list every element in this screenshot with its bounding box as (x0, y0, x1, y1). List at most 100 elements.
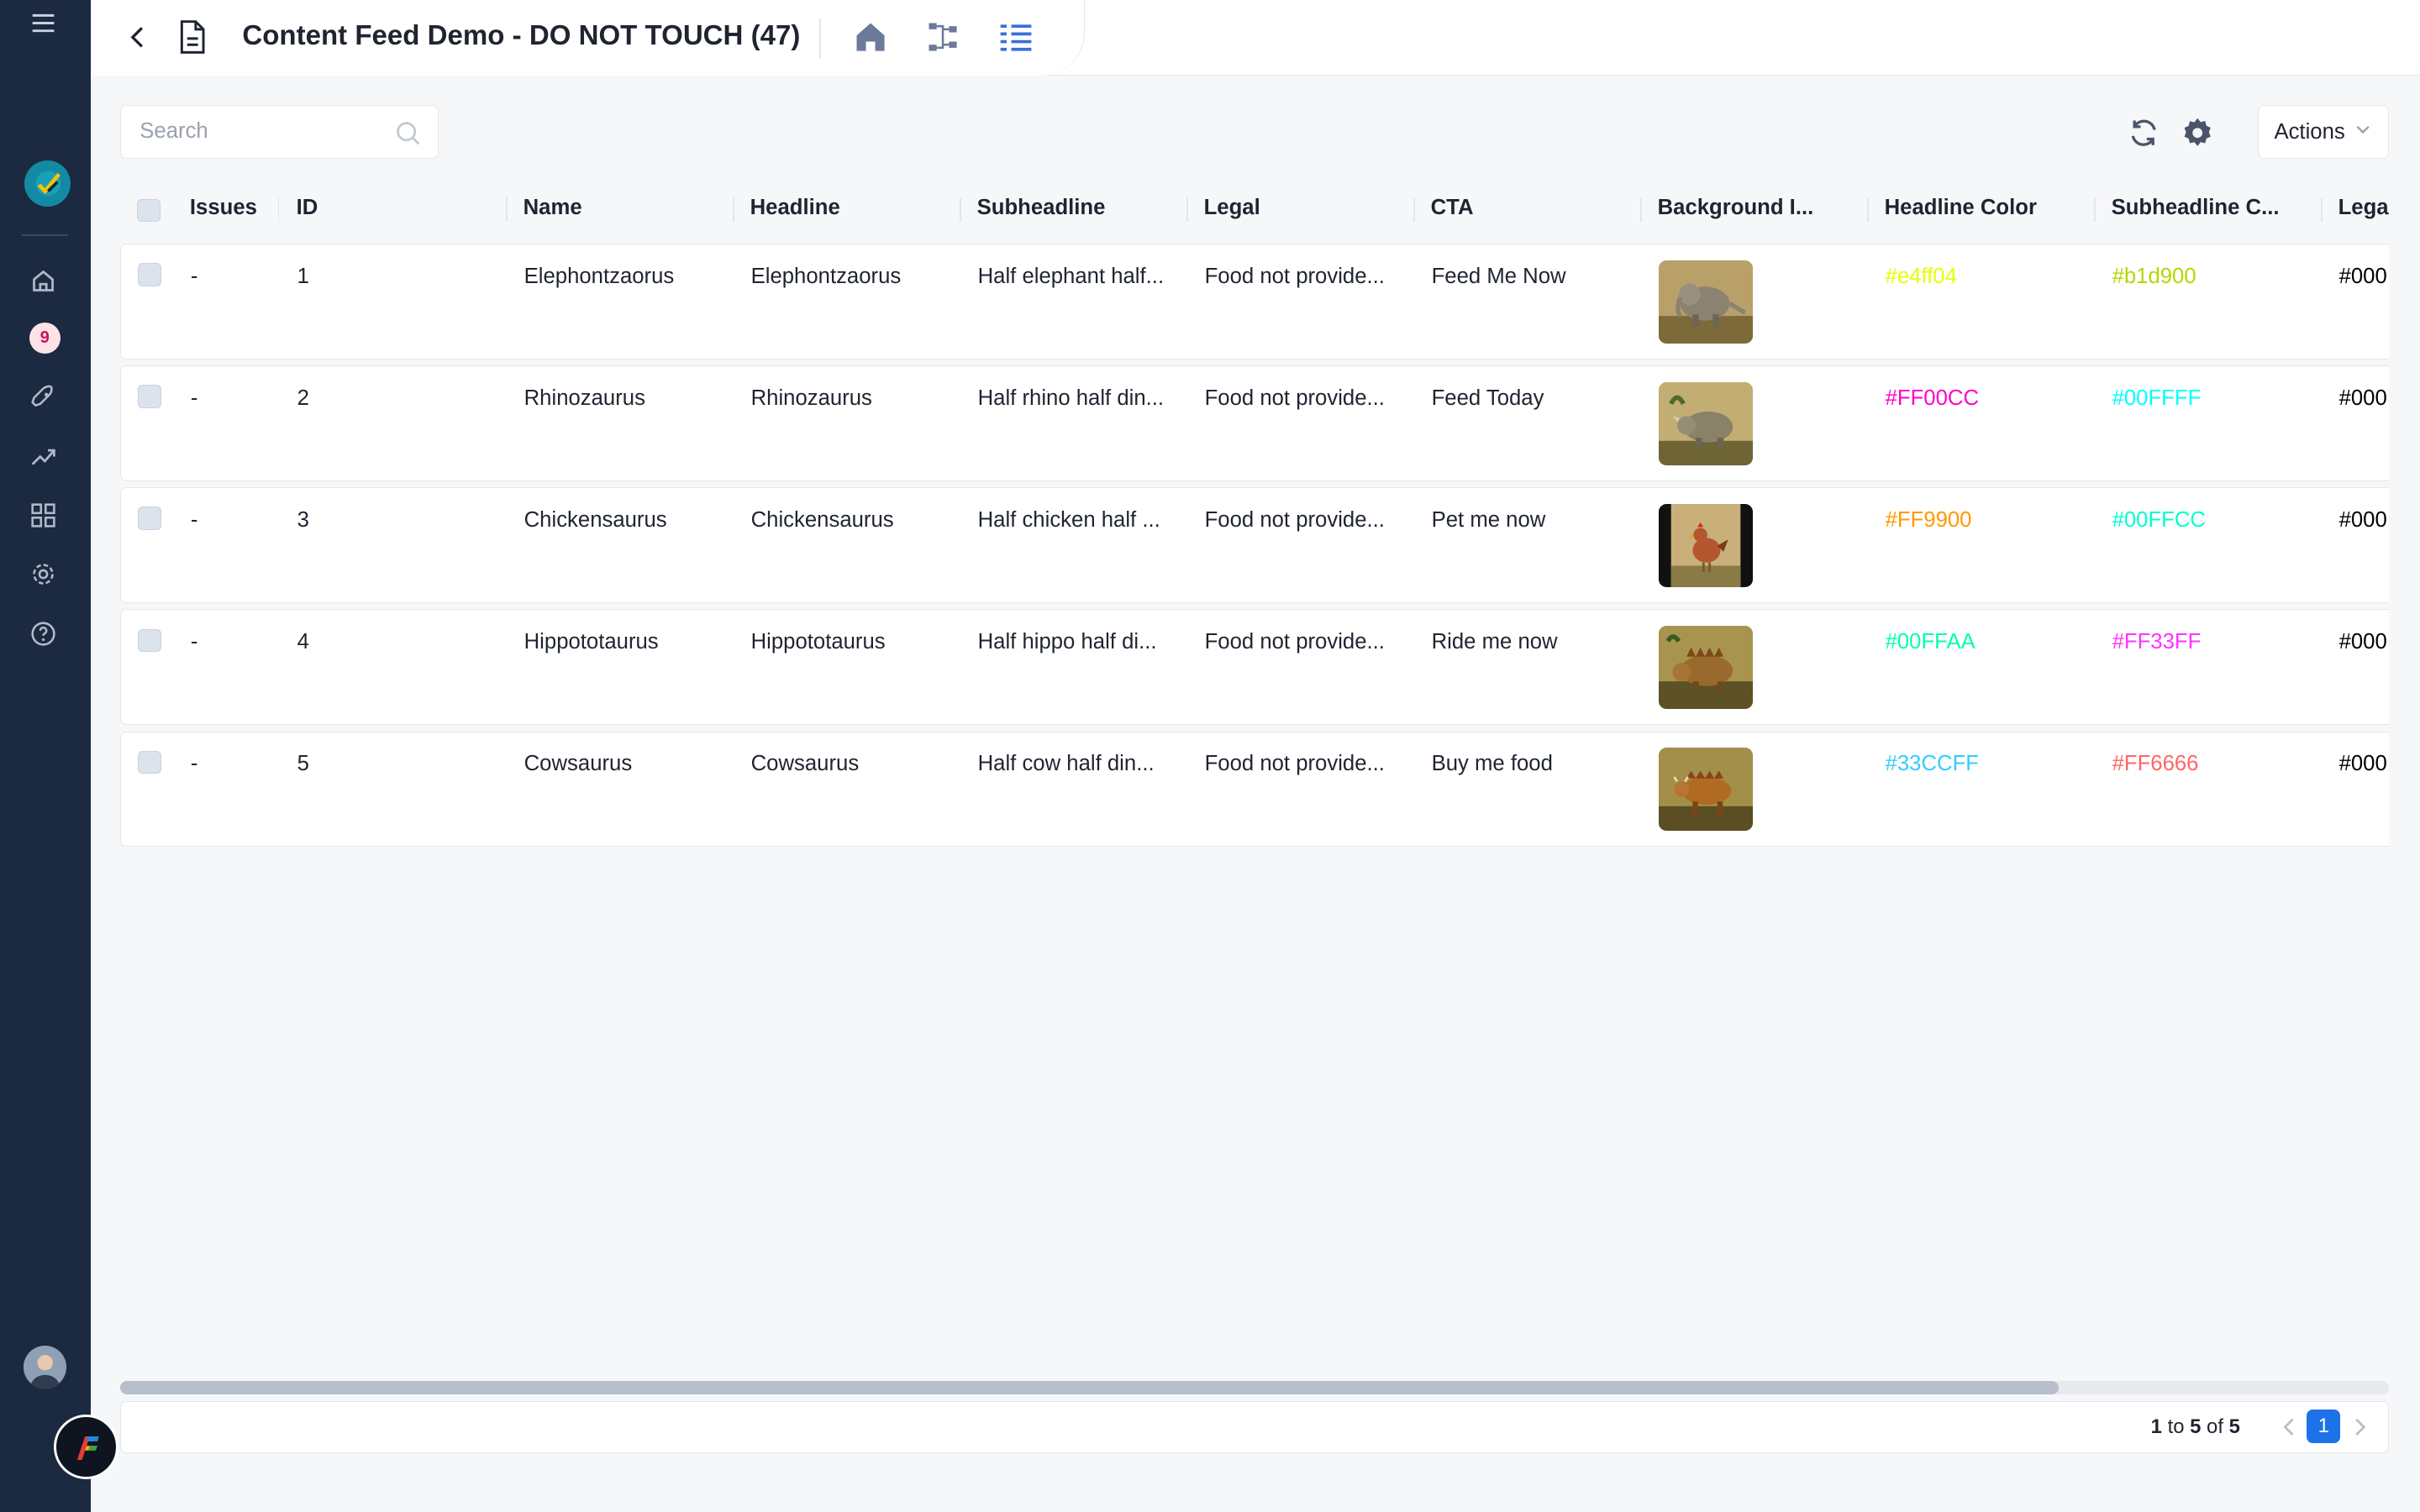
name-cell: Chickensaurus (523, 508, 667, 533)
select-all-checkbox[interactable] (137, 198, 160, 223)
trend-icon[interactable] (26, 439, 60, 473)
page-to-word: to (2167, 1415, 2185, 1439)
home-view-icon[interactable] (852, 18, 889, 55)
column-header-headline-color[interactable]: Headline Color (1885, 196, 2037, 220)
chicken-dinosaur-thumbnail[interactable] (1658, 503, 1753, 587)
subheadline-color-cell: #b1d900 (2112, 265, 2196, 289)
subheadline-color-cell: #00FFCC (2112, 508, 2206, 533)
headline-cell: Chickensaurus (750, 508, 894, 533)
table-row[interactable]: - 1 Elephontzaorus Elephontzaorus Half e… (120, 244, 2390, 360)
elephant-dinosaur-thumbnail[interactable] (1658, 260, 1753, 344)
legal-color-cell: #000 (2338, 386, 2387, 411)
pagination-bar: 1 to 5 of 5 1 (120, 1400, 2390, 1454)
column-header-subheadline[interactable]: Subheadline (977, 196, 1106, 220)
id-cell: 2 (297, 386, 309, 411)
row-checkbox[interactable] (138, 750, 161, 774)
search-input[interactable] (139, 119, 387, 144)
headline-color-cell: #00FFAA (1885, 630, 1975, 654)
page-to: 5 (2190, 1415, 2202, 1439)
column-divider[interactable] (733, 197, 735, 223)
chevron-right-icon[interactable] (2349, 1415, 2370, 1437)
avatar[interactable] (23, 1345, 66, 1389)
refresh-icon[interactable] (2127, 116, 2160, 150)
column-divider[interactable] (1640, 197, 1643, 223)
table-row[interactable]: - 4 Hippototaurus Hippototaurus Half hip… (120, 609, 2390, 726)
column-header-headline[interactable]: Headline (750, 196, 840, 220)
column-header-background-image[interactable]: Background I... (1658, 196, 1814, 220)
legal-cell: Food not provide... (1204, 752, 1385, 776)
subheadline-cell: Half chicken half ... (977, 508, 1160, 533)
home-icon[interactable] (26, 264, 60, 297)
gear-icon[interactable] (2181, 116, 2214, 150)
menu-icon[interactable] (26, 6, 60, 39)
notifications-badge[interactable]: 9 (29, 322, 60, 354)
column-divider[interactable] (960, 197, 962, 223)
row-checkbox[interactable] (138, 628, 161, 653)
page-number-current[interactable]: 1 (2307, 1409, 2341, 1444)
subheadline-cell: Half elephant half... (977, 265, 1165, 289)
headline-cell: Rhinozaurus (750, 386, 872, 411)
column-header-legal-color[interactable]: Lega (2338, 196, 2389, 220)
id-cell: 1 (297, 265, 309, 289)
table-row[interactable]: - 2 Rhinozaurus Rhinozaurus Half rhino h… (120, 365, 2390, 482)
legal-color-cell: #000 (2338, 508, 2387, 533)
search-icon[interactable] (394, 119, 422, 147)
row-checkbox[interactable] (138, 385, 161, 408)
hippo-dinosaur-thumbnail[interactable] (1658, 625, 1753, 710)
table-row[interactable]: - 5 Cowsaurus Cowsaurus Half cow half di… (120, 731, 2390, 848)
column-header-cta[interactable]: CTA (1431, 196, 1474, 220)
sidebar-divider (21, 234, 68, 236)
actions-label: Actions (2274, 119, 2345, 144)
column-divider[interactable] (506, 197, 508, 223)
legal-cell: Food not provide... (1204, 630, 1385, 654)
table-view-icon[interactable] (997, 18, 1034, 55)
chevron-down-icon (2354, 120, 2371, 144)
column-divider[interactable] (2321, 197, 2323, 223)
cta-cell: Buy me food (1431, 752, 1553, 776)
column-header-subheadline-color[interactable]: Subheadline C... (2112, 196, 2280, 220)
chevron-left-icon[interactable] (2279, 1415, 2301, 1437)
row-checkbox[interactable] (138, 507, 161, 530)
flow-view-icon[interactable] (924, 18, 961, 55)
rhino-dinosaur-thumbnail[interactable] (1658, 381, 1753, 465)
column-header-name[interactable]: Name (523, 196, 582, 220)
sidebar: 9 (0, 0, 119, 1512)
id-cell: 4 (297, 630, 309, 654)
document-icon (176, 18, 209, 55)
page-title: Content Feed Demo - DO NOT TOUCH (47) (242, 19, 801, 51)
column-divider[interactable] (2094, 197, 2096, 223)
legal-cell: Food not provide... (1204, 508, 1385, 533)
subheadline-color-cell: #00FFFF (2112, 386, 2202, 411)
subheadline-cell: Half cow half din... (977, 752, 1155, 776)
column-header-legal[interactable]: Legal (1204, 196, 1260, 220)
rocket-icon[interactable] (26, 381, 60, 415)
back-icon[interactable] (122, 22, 153, 53)
subheadline-color-cell: #FF33FF (2112, 630, 2202, 654)
search-box (120, 104, 439, 160)
cta-cell: Pet me now (1431, 508, 1546, 533)
column-divider[interactable] (277, 197, 280, 223)
subheadline-cell: Half rhino half din... (977, 386, 1165, 411)
app-logo[interactable] (24, 160, 71, 207)
column-header-issues[interactable]: Issues (190, 196, 257, 220)
column-divider[interactable] (1186, 197, 1189, 223)
table-row[interactable]: - 3 Chickensaurus Chickensaurus Half chi… (120, 487, 2390, 604)
column-divider[interactable] (1413, 197, 1416, 223)
subheadline-cell: Half hippo half di... (977, 630, 1157, 654)
issues-cell: - (190, 386, 198, 411)
actions-dropdown[interactable]: Actions (2258, 104, 2390, 160)
legal-color-cell: #000 (2338, 752, 2387, 776)
title-divider (819, 18, 822, 59)
brand-icon[interactable] (54, 1415, 119, 1480)
help-icon[interactable] (26, 617, 60, 651)
column-divider[interactable] (1867, 197, 1870, 223)
grid-icon[interactable] (26, 498, 60, 532)
headline-cell: Elephontzaorus (750, 265, 902, 289)
settings-icon[interactable] (26, 557, 60, 591)
name-cell: Elephontzaorus (523, 265, 675, 289)
column-header-id[interactable]: ID (297, 196, 318, 220)
cow-dinosaur-thumbnail[interactable] (1658, 747, 1753, 832)
scrollbar-thumb[interactable] (120, 1380, 2060, 1395)
horizontal-scrollbar[interactable] (120, 1380, 2390, 1395)
row-checkbox[interactable] (138, 263, 161, 286)
